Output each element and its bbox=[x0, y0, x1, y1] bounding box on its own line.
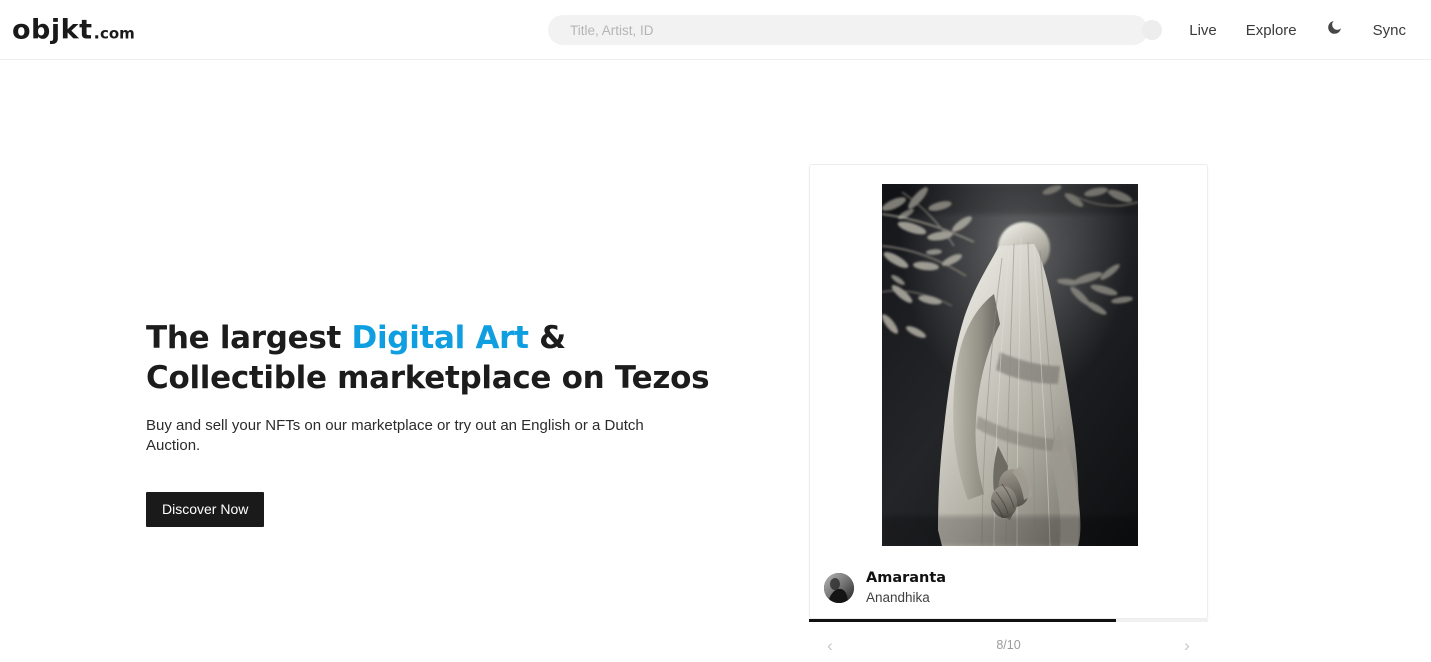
avatar[interactable] bbox=[824, 572, 854, 603]
nav-link-live[interactable]: Live bbox=[1189, 22, 1217, 39]
chevron-right-icon[interactable]: › bbox=[1178, 637, 1196, 654]
card-meta: Amaranta Anandhika bbox=[810, 570, 1207, 606]
chevron-left-icon[interactable]: ‹ bbox=[821, 637, 839, 654]
header-nav: Live Explore Sync bbox=[1142, 0, 1431, 60]
search-container bbox=[548, 15, 1148, 45]
theme-toggle-button[interactable] bbox=[1326, 19, 1343, 41]
carousel-page-count: 8/10 bbox=[996, 638, 1021, 652]
main-content: The largest Digital Art & Collectible ma… bbox=[0, 60, 1431, 654]
featured-carousel: Amaranta Anandhika ‹ 8/10 › bbox=[809, 164, 1208, 662]
featured-card[interactable]: Amaranta Anandhika bbox=[809, 164, 1208, 619]
hero-section: The largest Digital Art & Collectible ma… bbox=[146, 318, 716, 528]
carousel-progress-fill bbox=[809, 619, 1117, 622]
discover-now-button[interactable]: Discover Now bbox=[146, 492, 265, 528]
logo-name: objkt bbox=[12, 14, 93, 45]
card-meta-text: Amaranta Anandhika bbox=[866, 570, 946, 606]
hero-headline-accent: Digital Art bbox=[351, 320, 529, 356]
logo-tld: com bbox=[99, 24, 135, 42]
artwork-image[interactable] bbox=[882, 184, 1138, 546]
sync-button[interactable]: Sync bbox=[1373, 22, 1406, 39]
moon-icon bbox=[1326, 19, 1343, 41]
hero-headline-part1: The largest bbox=[146, 320, 352, 356]
hero-subtitle: Buy and sell your NFTs on our marketplac… bbox=[146, 416, 644, 454]
artwork-artist: Anandhika bbox=[866, 589, 930, 605]
carousel-pager: ‹ 8/10 › bbox=[809, 628, 1208, 662]
site-logo[interactable]: objkt . com bbox=[12, 16, 135, 43]
carousel-progress-track bbox=[809, 619, 1208, 622]
hero-headline: The largest Digital Art & Collectible ma… bbox=[146, 318, 716, 399]
artwork-title: Amaranta bbox=[866, 569, 947, 586]
nav-link-explore[interactable]: Explore bbox=[1246, 22, 1297, 39]
search-input[interactable] bbox=[548, 15, 1148, 45]
avatar-placeholder-icon[interactable] bbox=[1142, 20, 1163, 40]
site-header: objkt . com Live Explore Sync bbox=[0, 0, 1431, 60]
